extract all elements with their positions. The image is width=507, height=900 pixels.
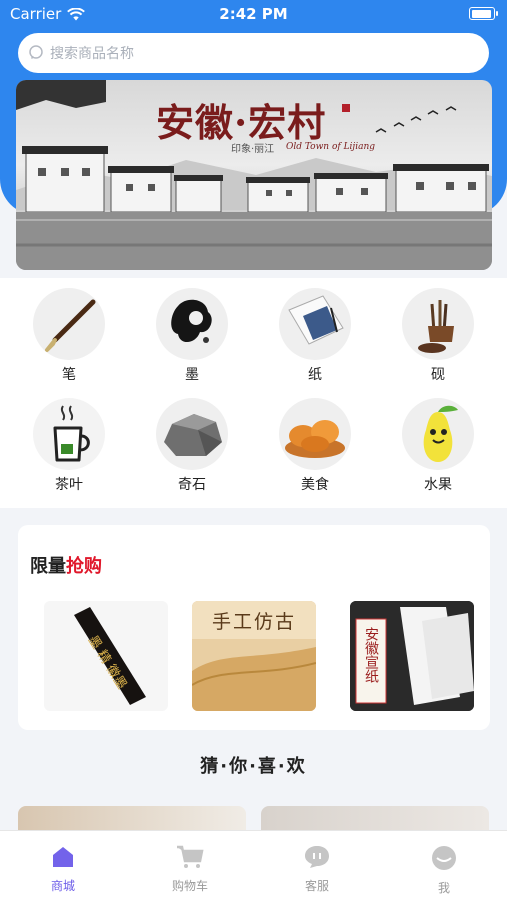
category-label: 水果 xyxy=(424,477,452,493)
paper-icon xyxy=(288,295,344,345)
chat-icon xyxy=(305,846,329,868)
category-label: 美食 xyxy=(301,477,329,493)
category-label: 笔 xyxy=(62,367,76,383)
category-paper[interactable]: 纸 xyxy=(270,288,360,384)
tea-icon xyxy=(53,405,90,462)
flash-sale-title: 限量抢购 xyxy=(30,552,102,578)
tab-label: 客服 xyxy=(304,879,329,893)
profile-icon xyxy=(432,846,456,870)
ink-icon xyxy=(171,299,212,343)
search-icon xyxy=(29,45,43,59)
tab-bar: 商城 购物车 客服 我 xyxy=(0,830,507,900)
category-ink[interactable]: 墨 xyxy=(147,288,237,384)
category-label: 砚 xyxy=(431,367,445,383)
food-icon xyxy=(285,420,345,458)
flash-title-highlight: 抢购 xyxy=(66,556,102,577)
app-screen: Carrier 2:42 PM 搜索商品名称 安徽·宏村 印象·丽江 Old T… xyxy=(0,0,507,900)
hero-banner[interactable]: 安徽·宏村 印象·丽江 Old Town of Lijiang xyxy=(16,80,492,270)
category-panel: 笔 墨 纸 砚 茶叶 奇石 美食 水果 xyxy=(0,278,507,508)
flash-product-ink[interactable]: 墨 精 徽墨 xyxy=(44,601,168,711)
tab-label: 商城 xyxy=(50,879,75,893)
flash-product-paper[interactable]: 手工仿古 xyxy=(192,601,316,711)
search-input[interactable]: 搜索商品名称 xyxy=(18,33,489,73)
flash-sale-card: 限量抢购 墨 精 徽墨 手工仿古 安徽宣纸 xyxy=(18,525,490,730)
xuan-product-label: 安徽宣纸 xyxy=(363,627,379,683)
category-label: 茶叶 xyxy=(55,477,83,493)
category-stone[interactable]: 奇石 xyxy=(147,398,237,494)
inkstone-icon xyxy=(418,300,454,353)
flash-title-prefix: 限量 xyxy=(30,556,66,577)
banner-subtitle-cn: 印象·丽江 xyxy=(231,144,275,155)
tab-service[interactable]: 客服 xyxy=(277,845,357,894)
fruit-icon xyxy=(423,405,458,462)
tab-cart[interactable]: 购物车 xyxy=(150,845,230,894)
flash-product-xuan[interactable]: 安徽宣纸 xyxy=(350,601,474,711)
category-tea[interactable]: 茶叶 xyxy=(24,398,114,494)
tab-label: 购物车 xyxy=(171,879,208,893)
banner-subtitle-en: Old Town of Lijiang xyxy=(286,142,376,152)
stone-icon xyxy=(164,414,222,456)
category-inkstone[interactable]: 砚 xyxy=(393,288,483,384)
category-label: 纸 xyxy=(308,367,322,383)
category-label: 奇石 xyxy=(178,477,206,493)
category-food[interactable]: 美食 xyxy=(270,398,360,494)
tab-home[interactable]: 商城 xyxy=(23,845,103,894)
search-placeholder: 搜索商品名称 xyxy=(50,46,134,62)
status-time: 2:42 PM xyxy=(219,5,288,23)
home-icon xyxy=(53,847,73,867)
category-label: 墨 xyxy=(185,367,199,383)
guess-you-like-title: 猜·你·喜·欢 xyxy=(200,756,307,777)
category-brush[interactable]: 笔 xyxy=(24,288,114,384)
paper-product-label: 手工仿古 xyxy=(211,611,296,633)
brush-icon xyxy=(45,299,96,352)
cart-icon xyxy=(177,845,204,868)
battery-icon xyxy=(469,7,498,20)
tab-label: 我 xyxy=(437,881,450,895)
banner-title: 安徽·宏村 xyxy=(156,100,327,145)
ink-stick-image: 墨 精 徽墨 xyxy=(74,607,146,705)
status-bar: Carrier 2:42 PM xyxy=(0,0,507,28)
category-fruit[interactable]: 水果 xyxy=(393,398,483,494)
tab-profile[interactable]: 我 xyxy=(404,845,484,896)
